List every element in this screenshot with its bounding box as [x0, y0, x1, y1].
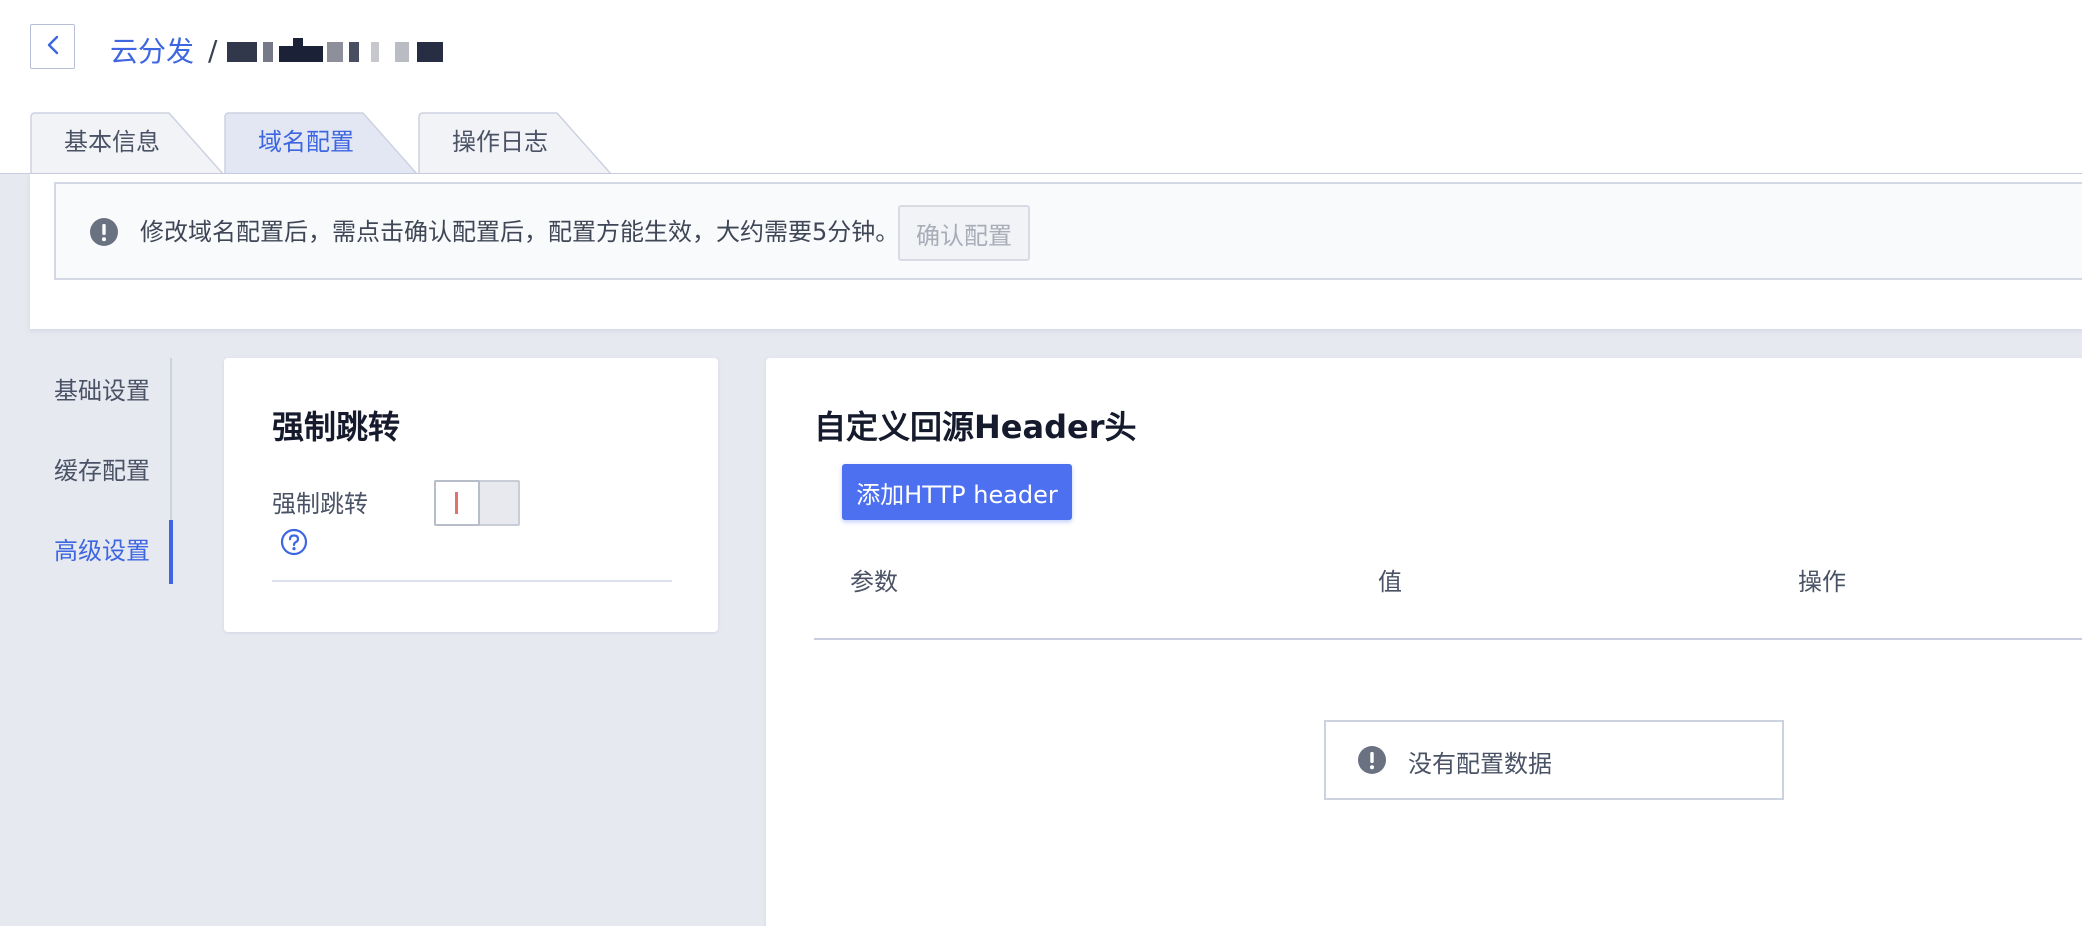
breadcrumb: 云分发 /	[110, 30, 444, 70]
tab-basic-info[interactable]: 基本信息	[30, 112, 225, 174]
side-nav-active-indicator	[169, 520, 173, 584]
confirm-config-button[interactable]: 确认配置	[898, 205, 1030, 261]
table-header-value: 值	[1378, 568, 1402, 596]
question-circle-icon[interactable]	[280, 528, 308, 560]
tab-operation-log-label: 操作日志	[452, 128, 548, 156]
force-redirect-toggle[interactable]	[434, 480, 520, 526]
page-header: 云分发 / 基本信息 域名配置 操作日志	[0, 0, 2082, 174]
force-redirect-title: 强制跳转	[272, 408, 401, 446]
tab-domain-config[interactable]: 域名配置	[224, 112, 419, 174]
notice-banner: 修改域名配置后，需点击确认配置后，配置方能生效，大约需要5分钟。 确认配置	[54, 182, 2082, 280]
tab-basic-info-label: 基本信息	[64, 128, 160, 156]
empty-state-text: 没有配置数据	[1408, 750, 1552, 778]
force-redirect-card: 强制跳转 强制跳转	[224, 358, 718, 632]
back-button[interactable]	[30, 24, 75, 69]
settings-side-nav: 基础设置 缓存配置 高级设置	[30, 358, 173, 584]
card-divider	[272, 580, 672, 582]
tab-operation-log[interactable]: 操作日志	[418, 112, 613, 174]
chevron-left-icon	[46, 34, 60, 60]
breadcrumb-current-redacted	[227, 38, 444, 62]
table-header-param: 参数	[850, 568, 898, 596]
notice-card: 修改域名配置后，需点击确认配置后，配置方能生效，大约需要5分钟。 确认配置	[30, 174, 2082, 329]
exclamation-circle-icon	[90, 218, 118, 250]
notice-text: 修改域名配置后，需点击确认配置后，配置方能生效，大约需要5分钟。	[140, 218, 900, 246]
tab-domain-config-label: 域名配置	[258, 128, 354, 156]
table-header-divider	[814, 638, 2082, 640]
table-header-action: 操作	[1798, 568, 1846, 596]
toggle-knob	[434, 480, 480, 526]
side-nav-advanced-settings[interactable]: 高级设置	[54, 536, 150, 566]
breadcrumb-root-link[interactable]: 云分发	[110, 30, 194, 70]
breadcrumb-separator: /	[208, 33, 218, 67]
empty-state: 没有配置数据	[1324, 720, 1784, 800]
side-nav-cache-config[interactable]: 缓存配置	[54, 456, 150, 486]
side-nav-basic-settings[interactable]: 基础设置	[54, 376, 150, 406]
force-redirect-label: 强制跳转	[272, 490, 368, 518]
add-http-header-button[interactable]: 添加HTTP header	[842, 464, 1072, 520]
exclamation-circle-icon	[1358, 746, 1386, 778]
custom-origin-header-card: 自定义回源Header头 添加HTTP header 参数 值 操作 没有配置数…	[766, 358, 2082, 926]
custom-origin-header-title: 自定义回源Header头	[814, 408, 1137, 446]
